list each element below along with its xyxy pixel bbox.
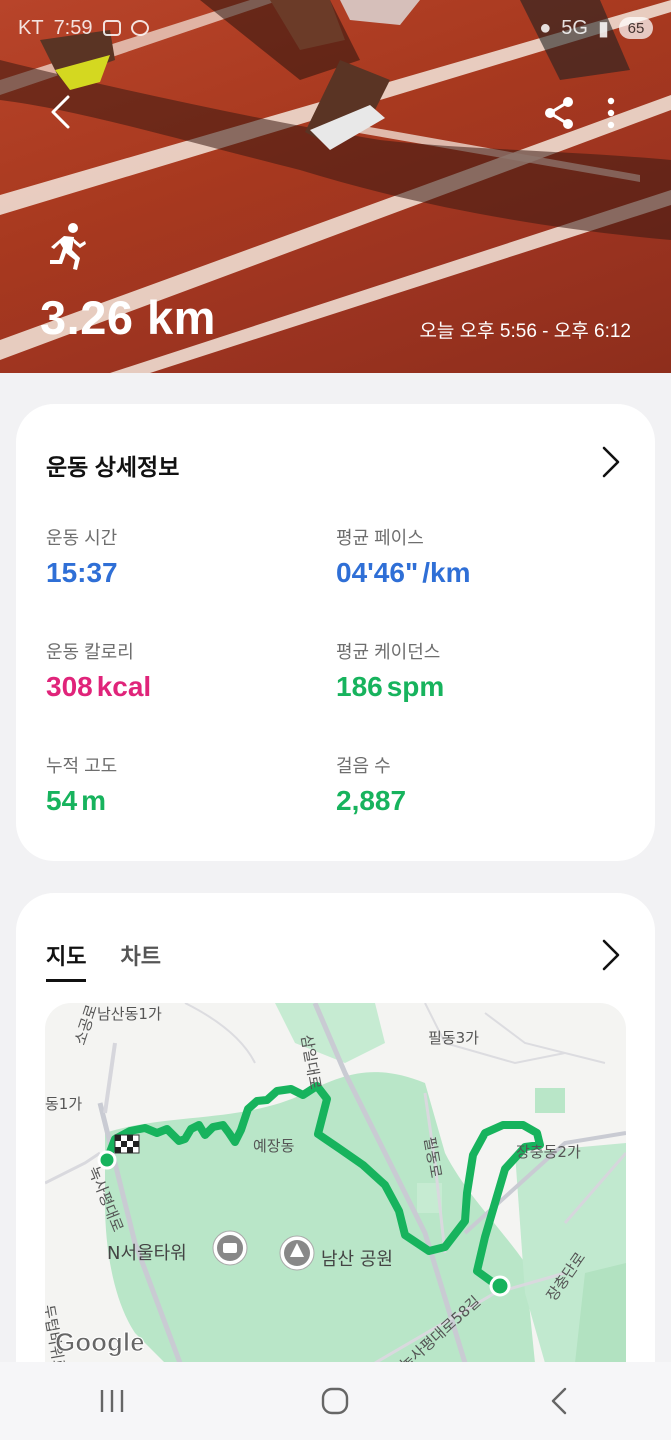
steps-value: 2,887 bbox=[336, 785, 407, 816]
share-button[interactable] bbox=[540, 94, 578, 132]
metric-label: 평균 케이던스 bbox=[336, 642, 441, 662]
back-nav-button[interactable] bbox=[529, 1376, 589, 1426]
metric-label: 운동 칼로리 bbox=[46, 642, 134, 662]
clock: 7:59 bbox=[53, 16, 93, 39]
back-nav-icon bbox=[551, 1387, 567, 1415]
metric-label: 걸음 수 bbox=[336, 756, 391, 776]
battery-indicator: 65 bbox=[619, 17, 653, 39]
location-icon: ● bbox=[539, 16, 552, 39]
metric-steps: 걸음 수 2,887 bbox=[336, 752, 616, 817]
metric-label: 운동 시간 bbox=[46, 528, 118, 548]
map-label: N서울타워 bbox=[107, 1243, 187, 1264]
home-icon bbox=[322, 1387, 349, 1415]
metric-duration: 운동 시간 15:37 bbox=[46, 524, 326, 589]
hero-banner: KT 7:59 ● 5G ▮ 65 3.26 km 오늘 오후 5:56 - 오… bbox=[0, 0, 671, 373]
system-nav-bar bbox=[0, 1362, 671, 1440]
distance-value: 3.26 km bbox=[40, 291, 216, 344]
map-label: 남산 공원 bbox=[321, 1249, 393, 1270]
home-button[interactable] bbox=[305, 1376, 365, 1426]
elevation-value: 54 bbox=[46, 785, 78, 816]
back-icon bbox=[51, 95, 70, 129]
metric-value: 308 kcal bbox=[46, 671, 326, 703]
back-button[interactable] bbox=[40, 90, 80, 134]
metric-pace: 평균 페이스 04'46"/km bbox=[336, 524, 616, 589]
chevron-right-icon[interactable] bbox=[596, 444, 626, 480]
recent-apps-button[interactable] bbox=[82, 1376, 142, 1426]
map-chart-tabs: 지도 차트 bbox=[46, 939, 161, 982]
calories-value: 308 bbox=[46, 671, 93, 702]
map-label: 필동3가 bbox=[428, 1029, 479, 1047]
metric-value: 2,887 bbox=[336, 785, 616, 817]
metric-label: 누적 고도 bbox=[46, 756, 118, 776]
metric-label: 평균 페이스 bbox=[336, 528, 424, 548]
workout-time-range: 오늘 오후 5:56 - 오후 6:12 bbox=[419, 321, 631, 342]
metric-cadence: 평균 케이던스 186 spm bbox=[336, 638, 616, 703]
metric-calories: 운동 칼로리 308 kcal bbox=[46, 638, 326, 703]
metric-value: 54 m bbox=[46, 785, 326, 817]
metric-elevation: 누적 고도 54 m bbox=[46, 752, 326, 817]
workout-details-card[interactable]: 운동 상세정보 운동 시간 15:37 평균 페이스 04'46"/km 운동 … bbox=[16, 404, 655, 861]
duration-value: 15:37 bbox=[46, 557, 118, 588]
talk-icon bbox=[130, 20, 149, 36]
more-vert-icon bbox=[607, 97, 615, 129]
pace-unit: /km bbox=[422, 557, 471, 588]
share-icon bbox=[545, 97, 573, 129]
tab-map[interactable]: 지도 bbox=[46, 939, 87, 982]
metric-value: 186 spm bbox=[336, 671, 616, 703]
map-canvas bbox=[45, 1003, 626, 1363]
tab-chart[interactable]: 차트 bbox=[120, 939, 160, 982]
more-options-button[interactable] bbox=[596, 94, 626, 132]
map-label: 남산동1가 bbox=[97, 1005, 162, 1023]
metric-value: 15:37 bbox=[46, 557, 326, 589]
status-bar: KT 7:59 ● 5G ▮ 65 bbox=[18, 14, 653, 42]
elevation-unit: m bbox=[81, 785, 107, 816]
google-attribution: Google bbox=[55, 1327, 146, 1358]
cadence-value: 186 bbox=[336, 671, 383, 702]
route-map[interactable]: 남산동1가 소공로 동1가 삼일대로 필동3가 예장동 필동로 장충동2가 녹사… bbox=[45, 1003, 626, 1363]
signal-icon: ▮ bbox=[597, 17, 609, 40]
network-label: 5G bbox=[561, 16, 588, 39]
screenshot-icon bbox=[102, 20, 121, 36]
map-card: 지도 차트 남산동1가 소공로 동1가 삼일대로 필동3가 예장동 필동로 장충… bbox=[16, 893, 655, 1363]
carrier-label: KT bbox=[18, 16, 44, 39]
metric-value: 04'46"/km bbox=[336, 557, 616, 589]
calories-unit: kcal bbox=[96, 671, 152, 702]
pace-value: 04'46" bbox=[336, 557, 419, 588]
chevron-right-icon[interactable] bbox=[596, 937, 626, 973]
cadence-unit: spm bbox=[386, 671, 445, 702]
details-title: 운동 상세정보 bbox=[46, 454, 180, 480]
map-label: 예장동 bbox=[253, 1137, 295, 1155]
map-label: 동1가 bbox=[45, 1095, 83, 1113]
running-icon bbox=[50, 223, 86, 270]
map-label: 장충동2가 bbox=[516, 1143, 581, 1161]
recent-apps-icon bbox=[100, 1390, 124, 1412]
